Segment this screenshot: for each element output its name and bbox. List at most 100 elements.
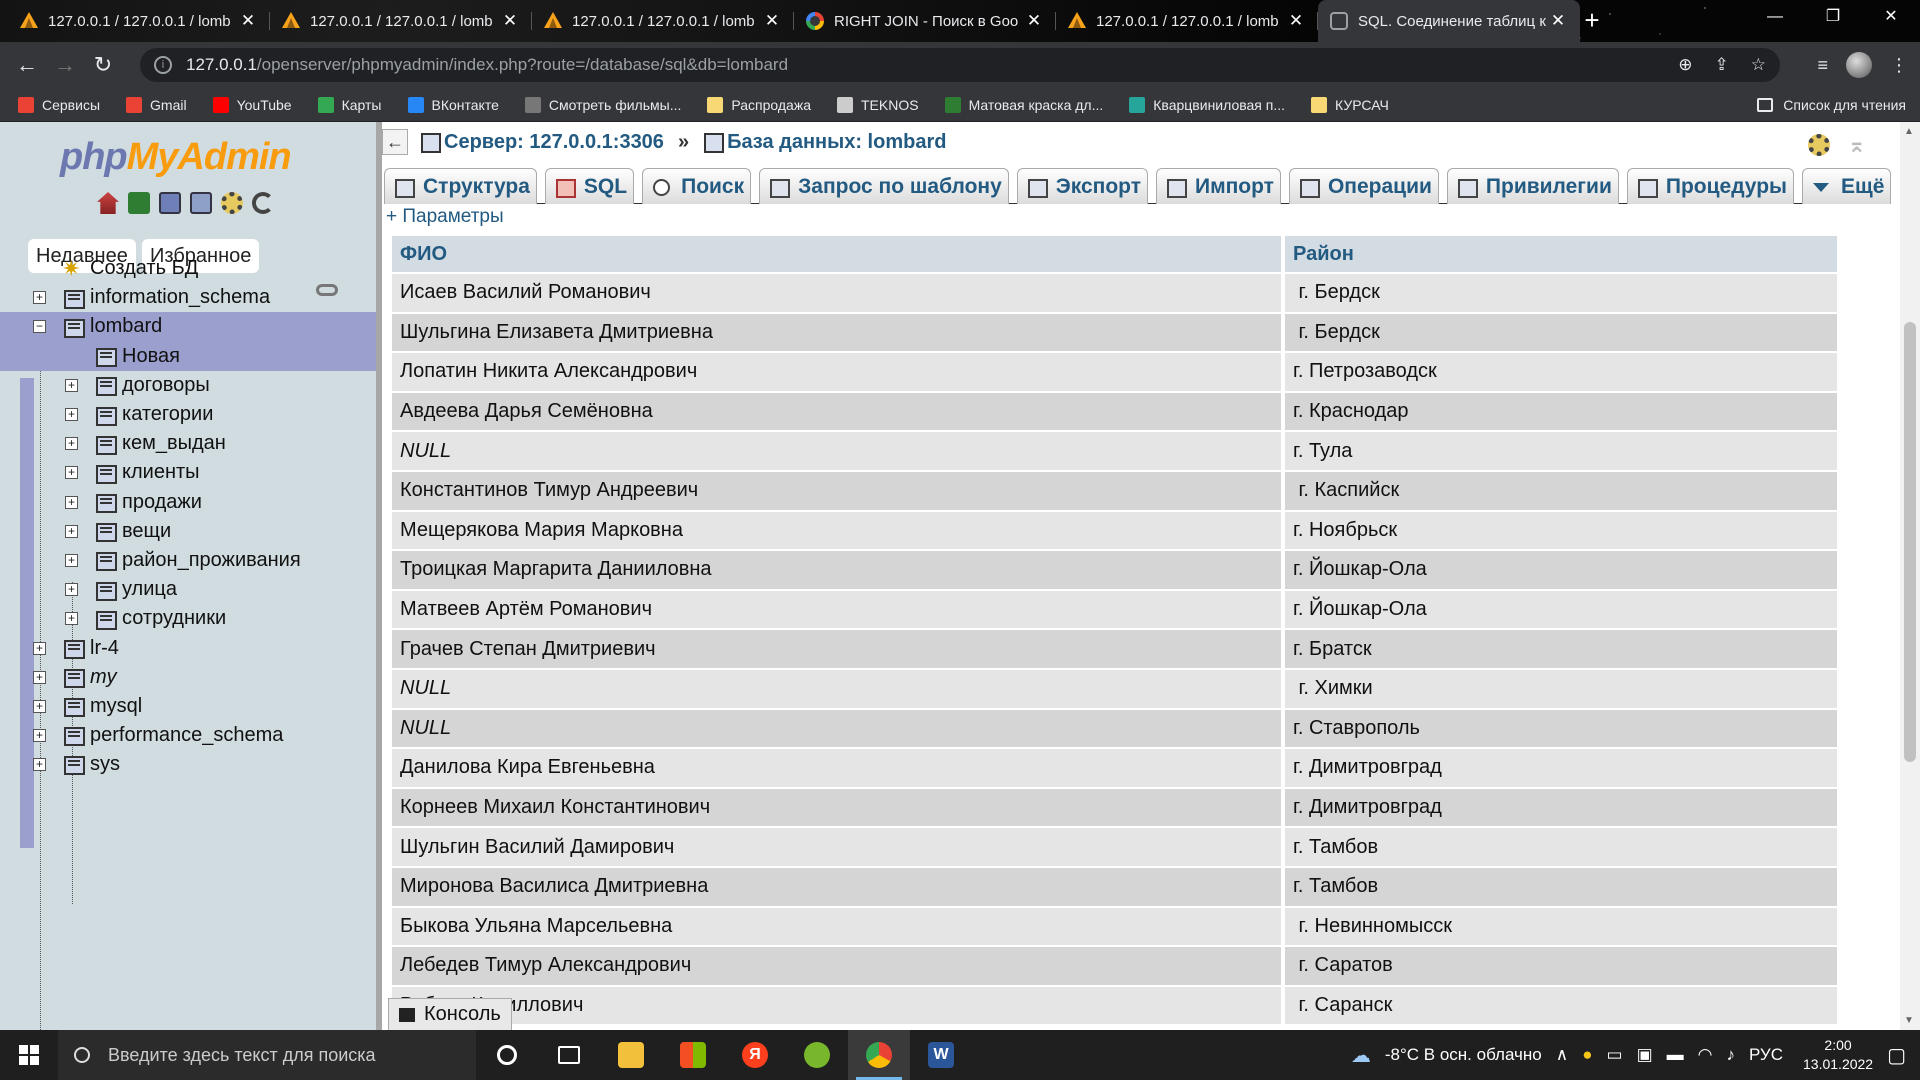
table-row[interactable]: Лопатин Никита Александрович г. Петрозаво… [392,353,1837,391]
docs-icon[interactable] [159,192,181,214]
clock[interactable]: 2:00 13.01.2022 [1803,1036,1873,1074]
breadcrumb-database[interactable]: База данных: lombard [727,131,946,154]
cell-fio[interactable]: Шульгина Елизавета Дмитриевна [392,313,1281,352]
bookmark-item[interactable]: ВКонтакте [407,96,499,113]
tree-table-node[interactable]: + район_проживания [0,546,376,575]
table-name[interactable]: клиенты [122,461,200,484]
cell-rayon[interactable]: г. Тамбов [1285,867,1837,906]
table-name[interactable]: кем_выдан [122,432,226,455]
db-name[interactable]: lr-4 [90,637,119,660]
table-row[interactable]: Матвеев Артём Романович г. Йошкар-Ола [392,590,1837,629]
bookmark-item[interactable]: КУРСАЧ [1311,96,1389,113]
bookmark-item[interactable]: Карты [317,96,382,113]
bookmark-item[interactable]: TEKNOS [837,96,919,113]
table-row[interactable]: Миронова Василиса Дмитриевна г. Тамбов [392,867,1837,906]
tab-query[interactable]: Запрос по шаблону [759,168,1009,204]
cortana-button[interactable] [476,1030,538,1080]
browser-tab[interactable]: 127.0.0.1 / 127.0.0.1 / lomb ✕ [8,0,270,42]
table-row[interactable]: Быкова Ульяна Марсельевна г. Невинномысс… [392,907,1837,946]
security-icon[interactable]: ● [1582,1045,1592,1065]
cell-rayon[interactable]: г. Бердск [1285,274,1837,312]
db-name[interactable]: my [90,666,117,689]
expand-icon[interactable]: + [33,291,46,305]
create-db-node[interactable]: ✷ Создать БД [0,254,376,283]
share-icon[interactable]: ⇪ [1715,55,1729,75]
tree-db-node[interactable]: + my [0,663,376,692]
table-name[interactable]: улица [122,578,177,601]
reload-icon[interactable]: ↻ [84,52,122,78]
expand-icon[interactable]: + [65,553,78,567]
cell-fio[interactable]: Константинов Тимур Андреевич [392,471,1281,510]
browser-tab[interactable]: RIGHT JOIN - Поиск в Goo ✕ [794,0,1056,42]
tree-table-node[interactable]: + сотрудники [0,604,376,633]
collapse-icon[interactable]: − [33,320,46,334]
table-row[interactable]: Роберт Кириллович г. Саранск [392,986,1837,1025]
cell-rayon[interactable]: г. Петрозаводск [1285,353,1837,391]
tab-sql[interactable]: SQL [544,168,635,204]
tree-db-node[interactable]: + mysql [0,692,376,721]
tab-close-icon[interactable]: ✕ [500,11,520,31]
scrollbar-thumb[interactable] [1904,322,1916,762]
table-name[interactable]: район_проживания [122,549,301,572]
browser-tab[interactable]: 127.0.0.1 / 127.0.0.1 / lomb ✕ [532,0,794,42]
tab-close-icon[interactable]: ✕ [1024,11,1044,31]
cell-fio[interactable]: Матвеев Артём Романович [392,590,1281,629]
cell-rayon[interactable]: г. Тула [1285,432,1837,470]
expand-icon[interactable]: + [33,728,46,742]
tree-db-node[interactable]: + performance_schema [0,721,376,750]
taskbar-explorer[interactable] [600,1030,662,1080]
scroll-down-icon[interactable]: ▼ [1904,1015,1914,1026]
cell-fio[interactable]: NULL [392,709,1281,748]
browser-tab[interactable]: SQL. Соединение таблиц к ✕ [1318,0,1580,42]
expand-icon[interactable]: + [65,408,78,422]
language-indicator[interactable]: РУС [1749,1045,1783,1065]
cell-rayon[interactable]: г. Димитровград [1285,788,1837,827]
weather-icon[interactable]: ☁ [1351,1043,1371,1068]
expand-icon[interactable]: + [65,437,78,451]
expand-icon[interactable]: + [65,524,78,538]
table-row[interactable]: Корнеев Михаил Константинович г. Димитров… [392,788,1837,827]
table-row[interactable]: Мещерякова Мария Марковна г. Ноябрьск [392,511,1837,550]
db-name[interactable]: sys [90,753,120,776]
table-name[interactable]: вещи [122,520,171,543]
forward-icon[interactable]: → [46,52,84,78]
sql-docs-icon[interactable] [190,192,212,214]
table-row[interactable]: NULL г. Ставрополь [392,709,1837,748]
table-row[interactable]: Данилова Кира Евгеньевна г. Димитровград [392,749,1837,787]
db-name[interactable]: performance_schema [90,724,283,747]
expand-icon[interactable]: + [65,466,78,480]
cell-rayon[interactable]: г. Химки [1285,669,1837,708]
column-header-rayon[interactable]: Район [1285,236,1837,272]
expand-icon[interactable]: + [33,757,46,771]
cell-rayon[interactable]: г. Йошкар-Ола [1285,551,1837,589]
taskbar-store[interactable] [662,1030,724,1080]
expand-icon[interactable]: + [33,699,46,713]
back-icon[interactable]: ← [8,52,46,78]
db-name[interactable]: information_schema [90,286,270,309]
cell-fio[interactable]: NULL [392,432,1281,470]
bookmark-item[interactable]: Gmail [126,96,187,113]
bookmark-item[interactable]: Смотреть фильмы... [524,96,681,113]
table-row[interactable]: Грачев Степан Дмитриевич г. Братск [392,630,1837,668]
cell-fio[interactable]: Быкова Ульяна Марсельевна [392,907,1281,946]
expand-icon[interactable]: + [65,583,78,597]
column-header-fio[interactable]: ФИО [392,236,1281,272]
cell-fio[interactable]: NULL [392,669,1281,708]
cell-fio[interactable]: Исаев Василий Романович [392,274,1281,312]
media-icon[interactable]: ≡ [1817,55,1828,76]
main-scrollbar[interactable]: ▲ ▼ [1900,122,1920,1030]
expand-icon[interactable]: + [33,670,46,684]
site-info-icon[interactable]: i [154,56,172,74]
cell-fio[interactable]: Мещерякова Мария Марковна [392,511,1281,550]
table-name[interactable]: продажи [122,491,202,514]
cell-fio[interactable]: Корнеев Михаил Константинович [392,788,1281,827]
cell-rayon[interactable]: г. Тамбов [1285,828,1837,866]
table-row[interactable]: Троицкая Маргарита Данииловна г. Йошкар-О… [392,551,1837,589]
expand-icon[interactable]: + [33,641,46,655]
cell-rayon[interactable]: г. Ставрополь [1285,709,1837,748]
settings-gear-icon[interactable] [221,192,243,214]
table-row[interactable]: Исаев Василий Романович г. Бердск [392,274,1837,312]
taskbar-utorrent[interactable] [786,1030,848,1080]
network-monitor-icon[interactable]: ▣ [1637,1045,1653,1065]
tab-close-icon[interactable]: ✕ [762,11,782,31]
